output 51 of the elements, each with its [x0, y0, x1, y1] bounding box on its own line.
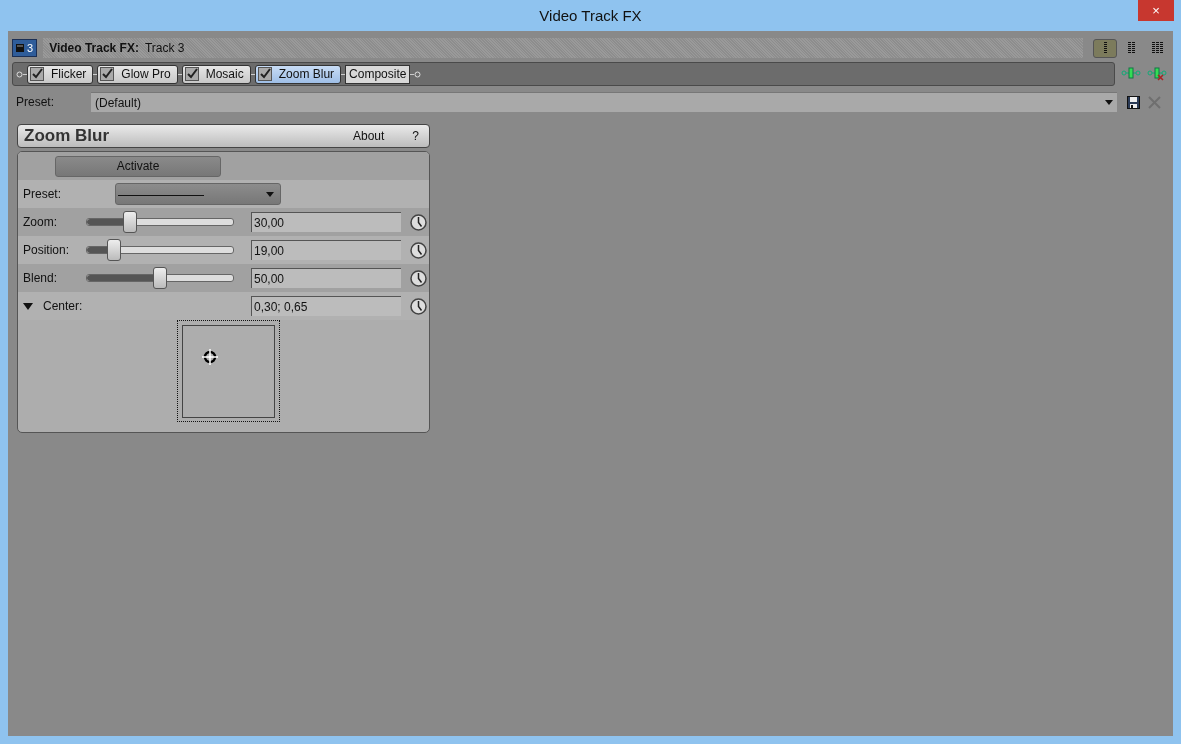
track-number: 3 [27, 42, 34, 54]
checkbox[interactable] [257, 67, 272, 81]
plugin-button[interactable]: Mosaic [181, 64, 251, 84]
save-icon[interactable] [1127, 95, 1140, 109]
preset-dropdown[interactable]: (Default) [91, 92, 1117, 112]
caret-icon [266, 191, 274, 197]
chain-start-icon [16, 70, 23, 78]
slider-thumb[interactable] [123, 211, 138, 233]
preset-label: Preset: [22, 187, 62, 201]
slider-thumb[interactable] [107, 239, 122, 261]
caret-icon [1105, 100, 1113, 105]
chain-end-icon [414, 70, 422, 78]
value-field[interactable]: 19,00 [251, 240, 401, 260]
keyframe-clock-icon[interactable] [410, 241, 427, 259]
value-field[interactable]: 30,00 [251, 212, 401, 232]
activate-button[interactable]: Activate [55, 155, 221, 177]
parameter-label: Center: [43, 299, 83, 313]
keyframe-clock-icon[interactable] [410, 213, 427, 231]
plugin-button[interactable]: Glow Pro [97, 64, 178, 84]
checkbox[interactable] [30, 67, 44, 81]
columns-icon [1103, 42, 1107, 54]
film-icon [16, 44, 24, 52]
window-title: Video Track FX [539, 7, 642, 24]
checkbox[interactable] [100, 67, 115, 81]
plugin-button[interactable]: Flicker [27, 64, 94, 84]
parameter-label: Blend: [22, 271, 59, 285]
remove-plugin-icon[interactable] [1147, 67, 1167, 81]
value-field[interactable]: 0,30; 0,65 [251, 296, 401, 316]
value-field[interactable]: 50,00 [251, 268, 401, 288]
preset-dropdown[interactable] [115, 183, 281, 205]
plugin-title: Zoom Blur [24, 126, 110, 146]
parameter-label: Position: [22, 243, 71, 257]
columns-icon [1127, 42, 1135, 54]
crosshair-icon[interactable] [201, 347, 219, 366]
view-mode-button[interactable] [1093, 38, 1117, 58]
track-name: Track 3 [144, 41, 185, 55]
close-button[interactable]: × [1138, 0, 1174, 21]
about-link[interactable]: About [348, 129, 389, 143]
parameter-label: Zoom: [22, 215, 58, 229]
header-label: Video Track FX: [49, 41, 139, 55]
columns-icon [1151, 42, 1163, 54]
collapse-arrow-icon[interactable] [23, 302, 33, 310]
keyframe-clock-icon[interactable] [410, 269, 427, 287]
keyframe-clock-icon[interactable] [410, 297, 427, 315]
plugin-button[interactable]: Zoom Blur [254, 64, 342, 84]
plugin-button[interactable]: Composite [345, 64, 411, 84]
preset-label: Preset: [15, 95, 55, 109]
help-link[interactable]: ? [408, 129, 423, 143]
checkbox[interactable] [184, 67, 199, 81]
add-plugin-icon[interactable] [1121, 67, 1141, 79]
slider-thumb[interactable] [153, 267, 167, 289]
